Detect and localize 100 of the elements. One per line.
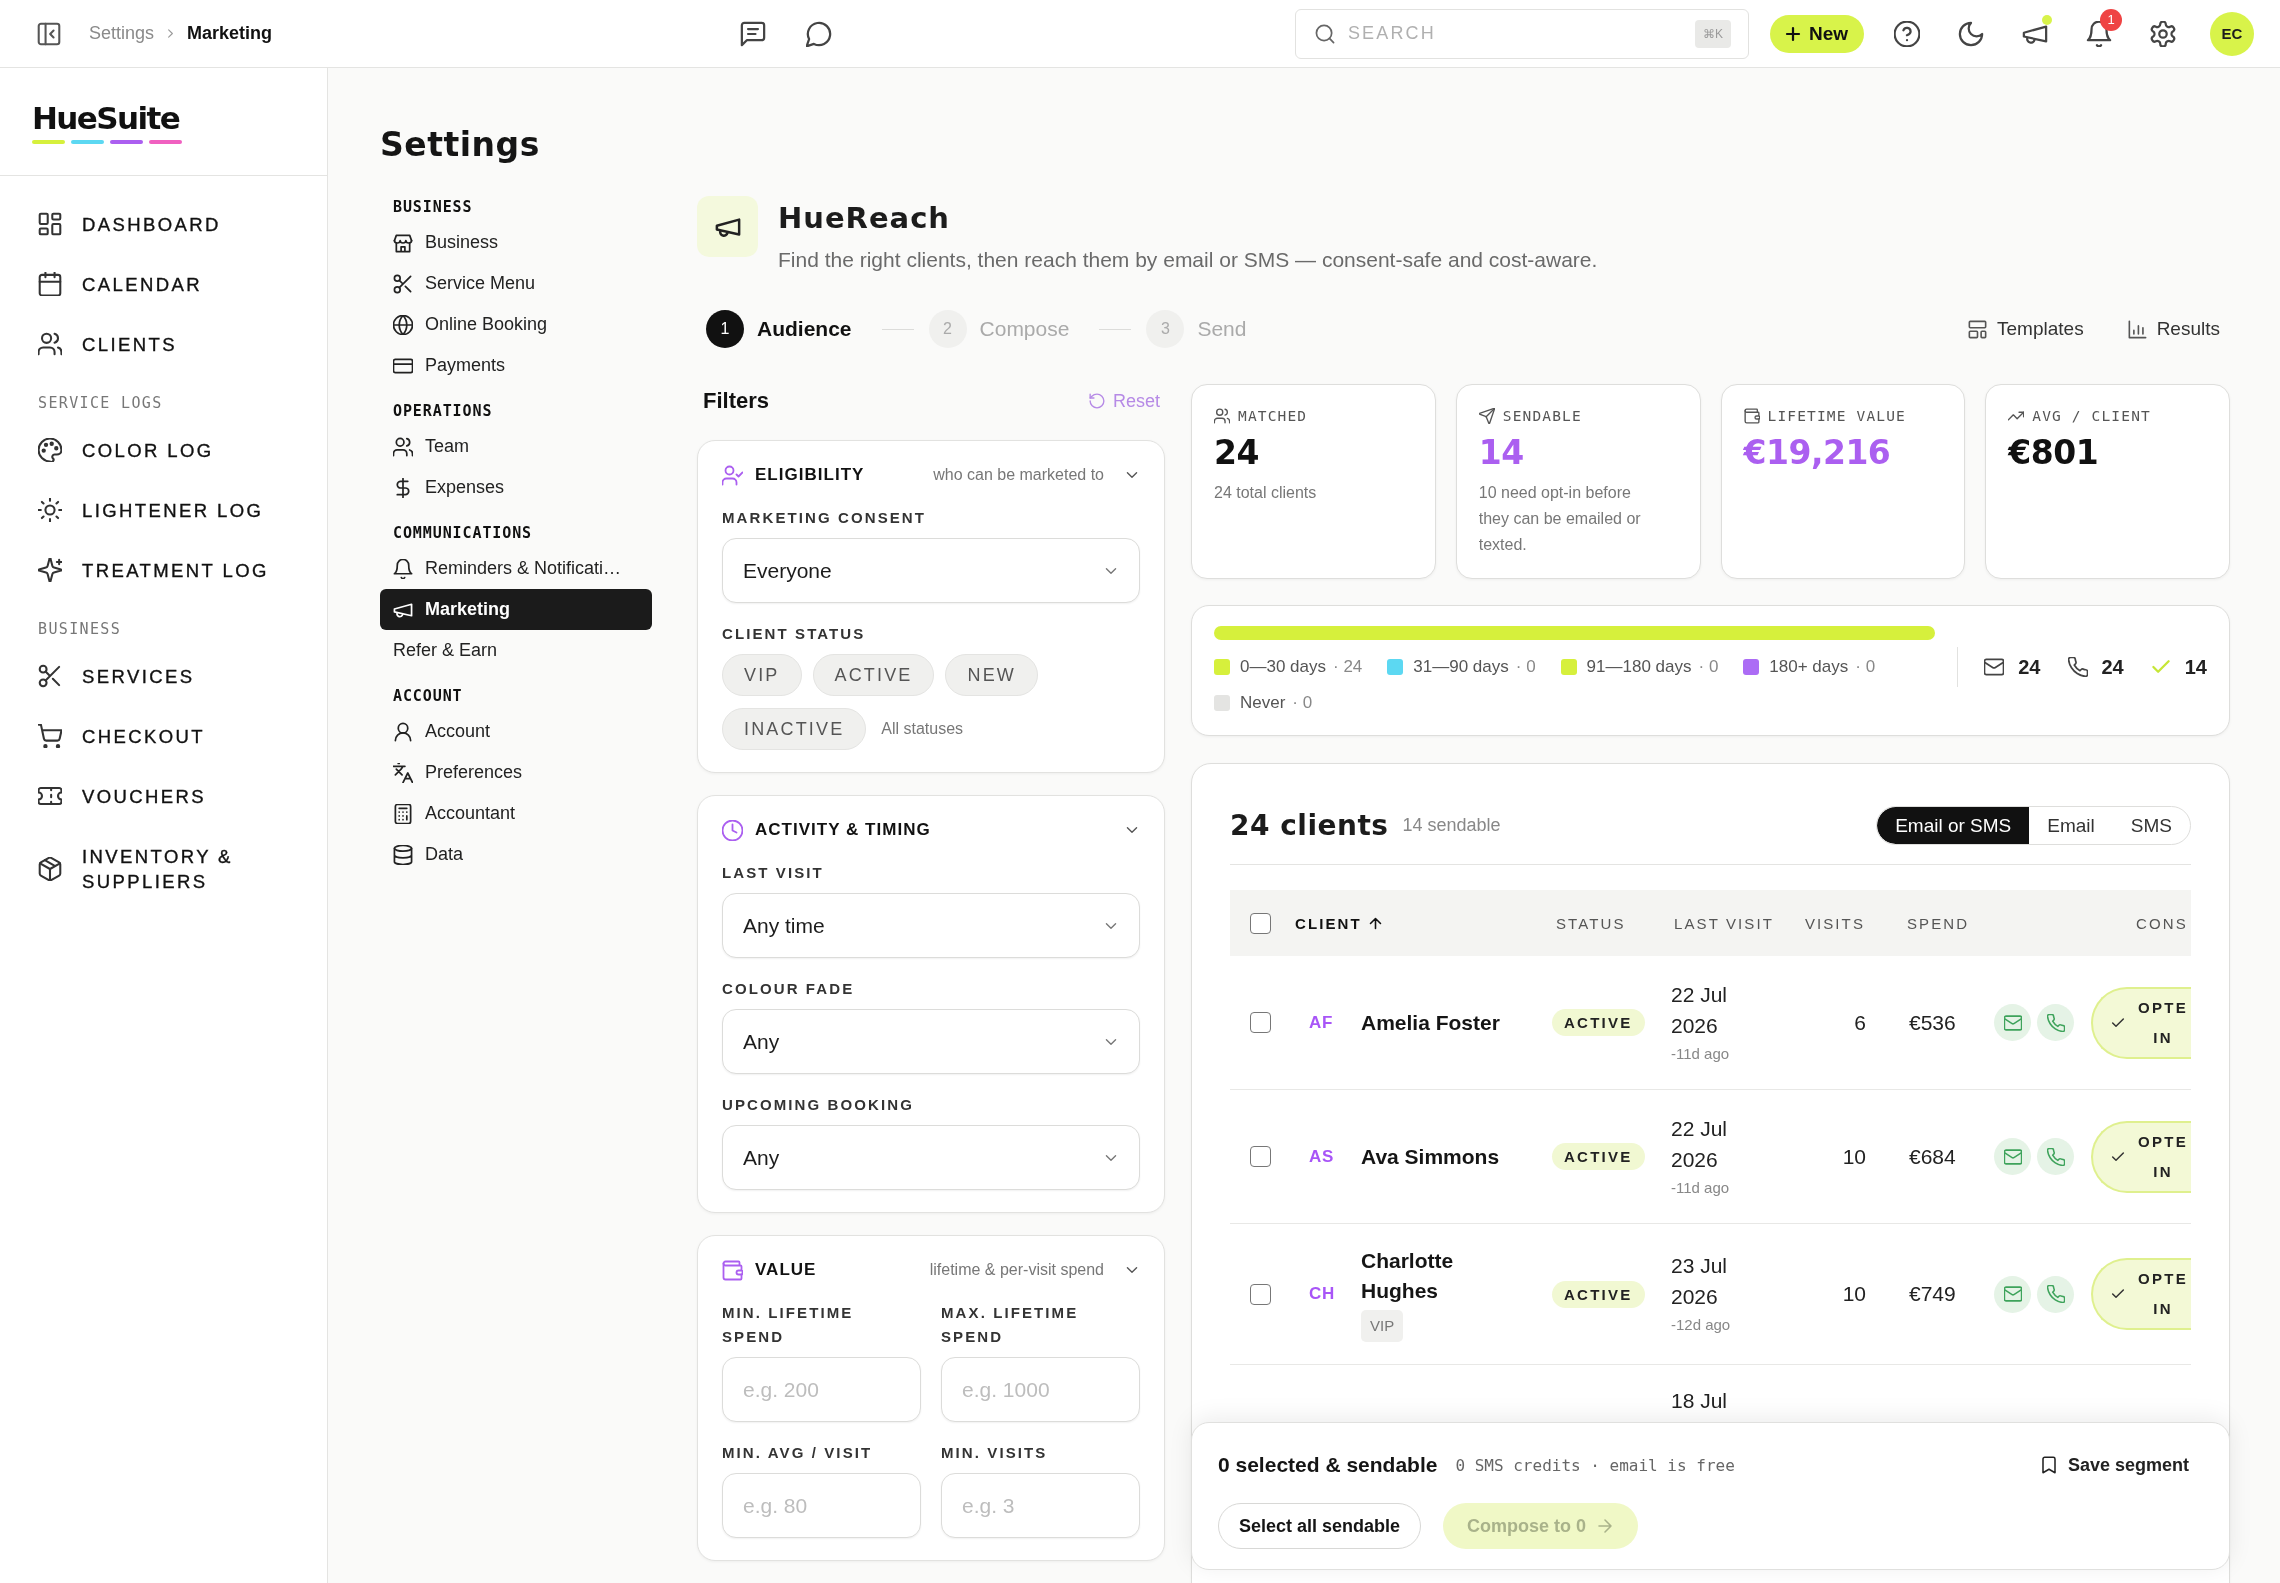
select-field[interactable]: Any time: [722, 893, 1140, 958]
settings-nav-link[interactable]: Payments: [380, 345, 652, 386]
breadcrumb-link[interactable]: Marketing: [187, 23, 273, 44]
row-checkbox[interactable]: [1250, 1283, 1271, 1305]
app-subtitle: Find the right clients, then reach them by email or SMS — consent-safe and cost-aware.: [778, 247, 1598, 273]
chips-hint: All statuses: [881, 720, 964, 738]
settings-nav-link[interactable]: Online Booking: [380, 304, 652, 345]
sidebar-nav-link[interactable]: TREATMENT LOG: [28, 540, 298, 600]
status-tag: ACTIVE: [1552, 1009, 1645, 1036]
phone-icon[interactable]: [2037, 1004, 2074, 1041]
field-label: MARKETING CONSENT: [722, 508, 927, 528]
consent-status: OPTE IN: [2137, 997, 2189, 1048]
filter-section-hint: lifetime & per-visit spend: [929, 1261, 1104, 1279]
client-tag: VIP: [1361, 1310, 1404, 1342]
select-field[interactable]: Any: [722, 1009, 1140, 1074]
logo-wordmark[interactable]: HueSuite: [32, 99, 180, 136]
status-chip[interactable]: ACTIVE: [812, 654, 935, 696]
notification-count: 1: [2100, 8, 2122, 31]
settings-nav-link[interactable]: Account: [380, 711, 652, 752]
sidebar-nav-link[interactable]: CALENDAR: [28, 254, 298, 314]
settings-nav-link[interactable]: Team: [380, 426, 652, 467]
clients-title: 24 clients: [1230, 809, 1389, 842]
column-header[interactable]: VISITS: [1804, 914, 1865, 932]
input-field[interactable]: e.g. 80: [722, 1473, 921, 1538]
new-button[interactable]: New: [1769, 14, 1864, 53]
settings-nav-link[interactable]: Refer & Earn: [380, 630, 652, 671]
header-link[interactable]: Templates: [1968, 318, 2084, 340]
sidebar-nav-link[interactable]: VOUCHERS: [28, 766, 298, 826]
row-checkbox[interactable]: [1250, 1146, 1271, 1167]
sidebar-nav-link[interactable]: SERVICES: [28, 646, 298, 706]
legend-count: · 0: [1292, 693, 1313, 713]
user-avatar[interactable]: EC: [2210, 11, 2254, 56]
status-chip[interactable]: NEW: [945, 654, 1038, 696]
client-name[interactable]: Amelia Foster: [1361, 1007, 1500, 1038]
settings-nav-link[interactable]: Reminders & Notificati…: [380, 548, 652, 589]
total-count: 14: [2184, 655, 2207, 679]
field-label: MIN. VISITS: [941, 1443, 1048, 1463]
select-field[interactable]: Any: [722, 1125, 1140, 1190]
phone-icon[interactable]: [2037, 1138, 2074, 1175]
row-checkbox[interactable]: [1250, 1012, 1271, 1033]
sidebar-nav-link[interactable]: LIGHTENER LOG: [28, 480, 298, 540]
status-tag: ACTIVE: [1552, 1143, 1645, 1170]
settings-nav-link[interactable]: Business: [380, 222, 652, 263]
consent-status: OPTE IN: [2137, 1269, 2189, 1319]
client-name[interactable]: Ava Simmons: [1361, 1141, 1500, 1172]
column-header[interactable]: CLIENT: [1291, 914, 1383, 932]
select-all-button[interactable]: Select all sendable: [1218, 1503, 1422, 1549]
settings-nav-link[interactable]: Accountant: [380, 793, 652, 834]
select-field[interactable]: Everyone: [722, 538, 1140, 603]
help-icon[interactable]: [1894, 20, 1920, 47]
email-icon[interactable]: [1994, 1138, 2031, 1175]
sidebar-nav-link[interactable]: CLIENTS: [28, 314, 298, 374]
channel-tab[interactable]: Email: [2029, 807, 2113, 844]
settings-nav-link[interactable]: Expenses: [380, 467, 652, 508]
legend-count: · 0: [1515, 657, 1536, 677]
moon-icon[interactable]: [1958, 20, 1984, 47]
client-name[interactable]: Charlotte Hughes: [1361, 1246, 1526, 1306]
status-chip[interactable]: VIP: [722, 654, 802, 696]
select-all-checkbox[interactable]: [1250, 912, 1271, 934]
settings-nav-link[interactable]: Service Menu: [380, 263, 652, 304]
people-icon: [1214, 408, 1230, 424]
status-chip[interactable]: INACTIVE: [722, 708, 867, 750]
breadcrumb-link[interactable]: Settings: [89, 23, 155, 44]
input-field[interactable]: e.g. 200: [722, 1357, 921, 1422]
chat-bubble-icon[interactable]: [806, 20, 832, 47]
client-initials: AS: [1309, 1146, 1334, 1166]
header-link[interactable]: Results: [2127, 318, 2220, 340]
stat-value: €801: [2008, 433, 2099, 473]
client-initials: AF: [1309, 1012, 1334, 1032]
save-segment-button[interactable]: Save segment: [2039, 1454, 2189, 1476]
settings-nav-link[interactable]: Preferences: [380, 752, 652, 793]
settings-nav-link[interactable]: Data: [380, 834, 652, 875]
input-field[interactable]: e.g. 3: [941, 1473, 1140, 1538]
sidebar-nav-link[interactable]: DASHBOARD: [28, 194, 298, 254]
column-header[interactable]: LAST VISIT: [1674, 914, 1774, 932]
last-visit-date: 22 Jul 2026: [1671, 1115, 1729, 1173]
email-icon[interactable]: [1994, 1275, 2031, 1313]
column-header[interactable]: CONS: [2136, 914, 2188, 932]
sidebar-nav-link[interactable]: CHECKOUT: [28, 706, 298, 766]
email-icon[interactable]: [1994, 1004, 2031, 1041]
settings-group-heading: COMMUNICATIONS: [392, 523, 534, 544]
sidebar-toggle-icon[interactable]: [37, 21, 61, 46]
sidebar-nav-link[interactable]: INVENTORY & SUPPLIERS: [28, 826, 298, 911]
bell-icon: [393, 558, 413, 579]
channel-tab[interactable]: SMS: [2112, 807, 2190, 844]
settings-nav-link[interactable]: Marketing: [380, 589, 652, 630]
stat-value: 24: [1214, 433, 1259, 473]
phone-icon[interactable]: [2037, 1275, 2074, 1313]
step-tab[interactable]: 1 Audience: [706, 310, 852, 348]
input-field[interactable]: e.g. 1000: [941, 1357, 1140, 1422]
column-header[interactable]: SPEND: [1907, 914, 1970, 932]
channel-tab[interactable]: Email or SMS: [1877, 807, 2030, 844]
legend-label: 91—180 days: [1586, 657, 1692, 677]
storefront-icon: [393, 232, 413, 253]
settings-icon[interactable]: [2150, 20, 2176, 47]
sidebar-nav-link[interactable]: COLOR LOG: [28, 420, 298, 480]
legend-count: · 24: [1333, 657, 1363, 677]
column-header[interactable]: STATUS: [1556, 914, 1626, 932]
wallet-icon: [1743, 408, 1760, 424]
stat-note: 24 total clients: [1214, 483, 1318, 503]
